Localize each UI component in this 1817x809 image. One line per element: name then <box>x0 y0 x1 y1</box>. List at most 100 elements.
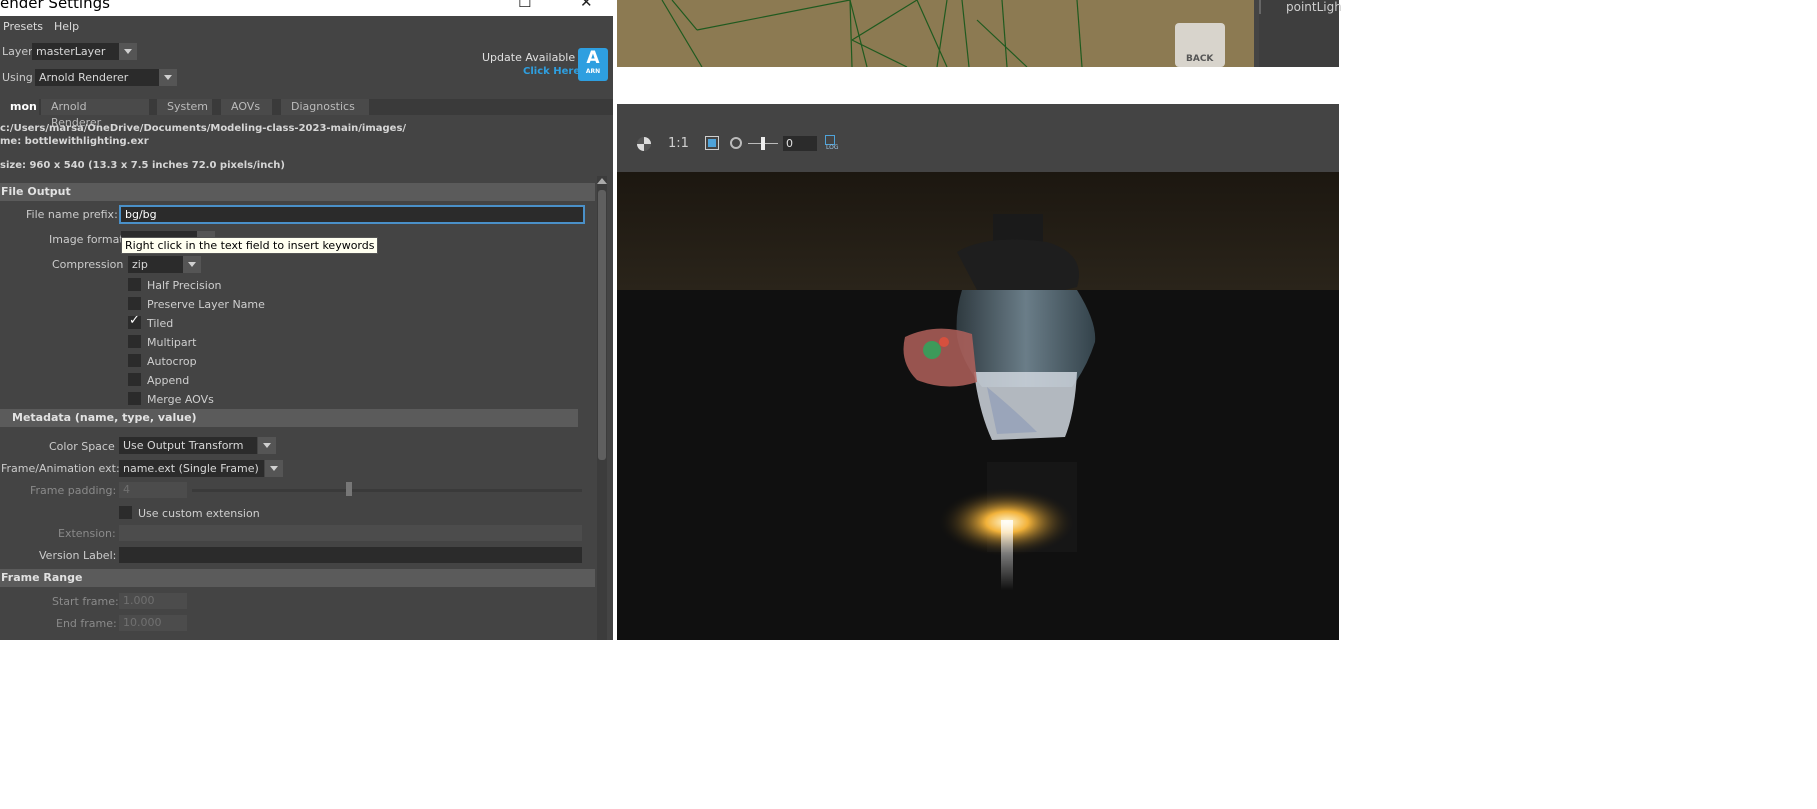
file-prefix-value: bg/bg <box>125 208 157 221</box>
menu-help[interactable]: Help <box>54 20 79 33</box>
menu-presets[interactable]: Presets <box>3 20 43 33</box>
tab-system[interactable]: System <box>157 99 213 115</box>
checkbox-label: Multipart <box>147 336 197 349</box>
section-file-output[interactable]: File Output <box>0 183 595 201</box>
frame-padding-slider-track[interactable] <box>192 489 582 492</box>
ratio-button[interactable]: 1:1 <box>668 136 689 151</box>
output-path: c:/Users/marsa/OneDrive/Documents/Modeli… <box>0 123 407 134</box>
checkbox-label: Half Precision <box>147 279 222 292</box>
tab-bar: mon Arnold Renderer System AOVs Diagnost… <box>0 99 613 129</box>
start-frame-label: Start frame: <box>52 595 119 608</box>
image-format-label: Image format: <box>49 233 128 246</box>
frame-anim-dropdown[interactable]: name.ext (Single Frame) <box>119 460 264 477</box>
checkbox-label: Merge AOVs <box>147 393 214 406</box>
exposure-value: 0 <box>786 137 793 150</box>
checkbox-label: Preserve Layer Name <box>147 298 265 311</box>
title-bar: ender Settings ☐ ✕ <box>0 0 613 16</box>
chevron-down-icon[interactable] <box>183 256 201 273</box>
checkbox-autocrop[interactable] <box>128 354 141 367</box>
file-prefix-input[interactable]: bg/bg <box>119 205 585 224</box>
renderer-value: Arnold Renderer <box>39 71 129 84</box>
render-settings-window: ender Settings ☐ ✕ Presets Help Layer ma… <box>0 0 613 640</box>
chevron-down-icon[interactable] <box>265 460 283 477</box>
close-icon[interactable]: ✕ <box>580 0 593 11</box>
compression-dropdown[interactable]: zip <box>128 256 183 273</box>
update-title: Update Available <box>482 51 576 64</box>
output-filename: me: bottlewithlighting.exr <box>0 136 149 147</box>
layer-label: Layer <box>2 45 33 58</box>
render-image[interactable] <box>617 172 1339 640</box>
compression-value: zip <box>132 258 148 271</box>
view-cube-label: BACK <box>1186 54 1214 64</box>
file-prefix-label: File name prefix: <box>26 208 118 221</box>
frame-padding-input[interactable]: 4 <box>119 482 187 498</box>
tab-aovs[interactable]: AOVs <box>221 99 273 115</box>
end-frame-input[interactable]: 10.000 <box>119 615 187 631</box>
view-cube[interactable]: BACK <box>1175 23 1225 67</box>
maya-viewport[interactable]: BACK <box>617 0 1259 67</box>
color-channel-icon[interactable] <box>637 137 651 151</box>
rendered-bottle-image <box>617 172 1339 640</box>
checkbox-label: Append <box>147 374 190 387</box>
checkbox-multipart[interactable] <box>128 335 141 348</box>
checkbox-half-precision[interactable] <box>128 278 141 291</box>
layer-value: masterLayer <box>36 45 106 58</box>
exposure-icon[interactable] <box>730 137 742 149</box>
outliner-panel: pointLigh <box>1259 0 1342 67</box>
checkbox-append[interactable] <box>128 373 141 386</box>
extension-label: Extension: <box>58 527 116 540</box>
arnold-badge-text: ARN <box>585 68 601 75</box>
chevron-down-icon[interactable] <box>119 43 137 60</box>
end-frame-value: 10.000 <box>123 616 162 629</box>
color-space-value: Use Output Transform <box>123 439 244 452</box>
image-size-info: size: 960 x 540 (13.3 x 7.5 inches 72.0 … <box>0 160 285 171</box>
renderer-label: Using <box>2 71 33 84</box>
window-title: ender Settings <box>0 0 110 12</box>
start-frame-input[interactable]: 1.000 <box>119 593 187 609</box>
frame-anim-label: Frame/Animation ext: <box>1 462 120 475</box>
checkbox-custom-extension[interactable] <box>119 506 132 519</box>
frame-all-icon[interactable] <box>705 136 719 150</box>
color-space-dropdown[interactable]: Use Output Transform <box>119 437 257 454</box>
tab-arnold-renderer[interactable]: Arnold Renderer <box>41 99 150 129</box>
chevron-down-icon[interactable] <box>159 69 177 86</box>
tab-diagnostics[interactable]: Diagnostics <box>281 99 370 115</box>
checkbox-label: Tiled <box>147 317 174 330</box>
update-link[interactable]: Click Here <box>523 66 580 77</box>
frame-anim-value: name.ext (Single Frame) <box>123 462 259 475</box>
section-metadata[interactable]: Metadata (name, type, value) <box>0 409 578 427</box>
frame-padding-label: Frame padding: <box>30 484 117 497</box>
exposure-input[interactable]: 0 <box>783 136 817 151</box>
blank-strip <box>617 67 1339 104</box>
log-icon[interactable]: LOG <box>824 135 840 151</box>
menu-bar: Presets Help <box>0 16 613 38</box>
frame-padding-slider-handle[interactable] <box>346 482 352 496</box>
section-frame-range[interactable]: Frame Range <box>0 569 595 587</box>
renderer-dropdown[interactable]: Arnold Renderer <box>35 69 159 86</box>
end-frame-label: End frame: <box>56 617 117 630</box>
render-view-toolbar: 1:1 0 LOG <box>617 104 1339 172</box>
maximize-icon[interactable]: ☐ <box>518 0 531 11</box>
layer-dropdown[interactable]: masterLayer <box>32 43 119 60</box>
checkbox-merge-aovs[interactable] <box>128 392 141 405</box>
tooltip: Right click in the text field to insert … <box>121 237 379 254</box>
color-space-label: Color Space <box>49 440 115 453</box>
scroll-up-icon[interactable] <box>597 178 607 184</box>
compression-label: Compression <box>52 258 124 271</box>
outliner-separator <box>1259 0 1261 14</box>
arnold-update-button[interactable]: A ARN <box>578 48 608 81</box>
version-label-label: Version Label: <box>39 549 117 562</box>
arnold-logo-icon: A <box>586 48 600 68</box>
outliner-item-pointlight[interactable]: pointLigh <box>1286 0 1342 14</box>
version-label-input[interactable] <box>119 547 582 563</box>
wireframe-lines <box>661 0 1083 67</box>
tab-common[interactable]: mon <box>0 99 40 115</box>
extension-input[interactable] <box>119 525 582 541</box>
log-label: LOG <box>826 144 839 151</box>
chevron-down-icon[interactable] <box>258 437 276 454</box>
scrollbar-thumb[interactable] <box>598 190 606 460</box>
checkbox-preserve-layer-name[interactable] <box>128 297 141 310</box>
exposure-slider-handle[interactable] <box>761 137 765 150</box>
checkbox-tiled[interactable] <box>128 313 141 329</box>
frame-padding-value: 4 <box>123 483 130 496</box>
